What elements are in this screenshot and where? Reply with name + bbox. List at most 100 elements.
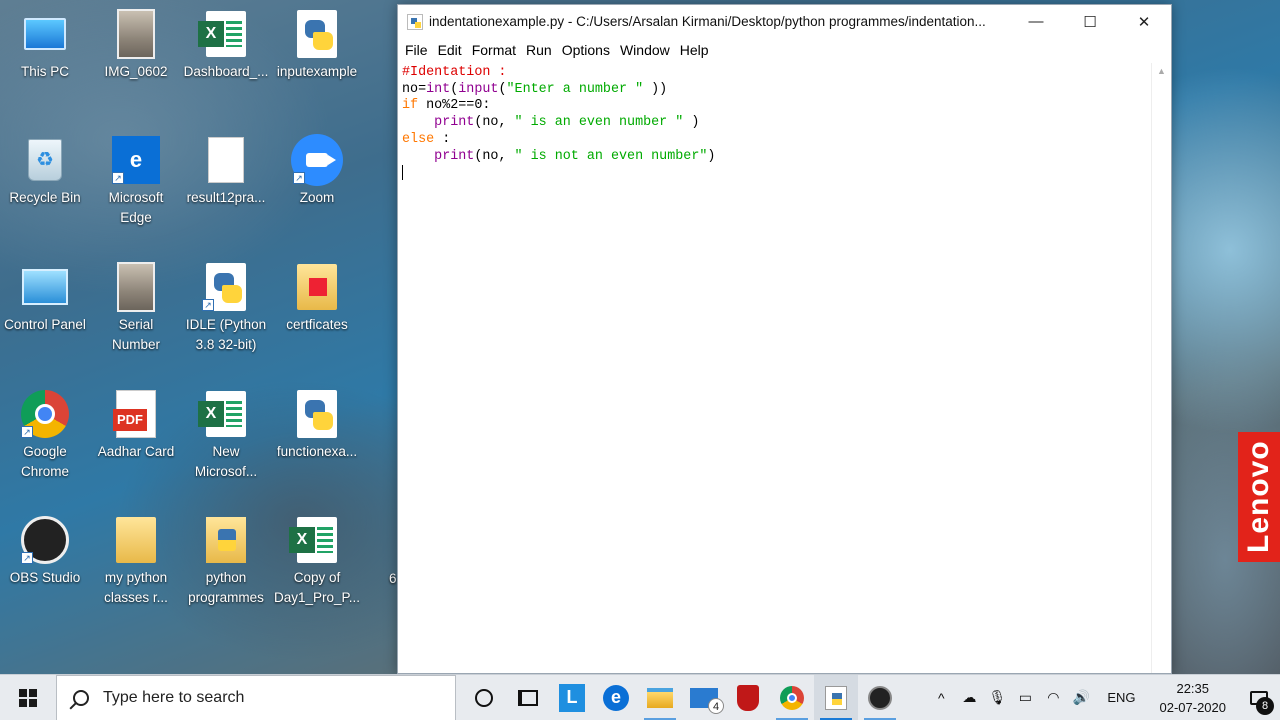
taskbar-app-chrome[interactable] [770,675,814,720]
menu-window[interactable]: Window [615,38,675,62]
edge-icon: e ↗ [110,134,162,186]
desktop-icon-edge[interactable]: e ↗ Microsoft Edge [91,134,181,228]
menu-format[interactable]: Format [467,38,521,62]
task-view-button[interactable] [506,675,550,720]
menu-run[interactable]: Run [521,38,557,62]
cortana-button[interactable] [462,675,506,720]
windows-logo-icon [19,688,37,707]
search-icon [73,689,89,706]
desktop-icon-zoom[interactable]: ↗ Zoom [272,134,362,208]
taskbar-app-mcafee[interactable] [726,675,770,720]
taskbar-app-idle[interactable] [814,674,858,720]
taskbar-app-mail[interactable]: 4 [682,675,726,720]
taskbar-app-l[interactable]: L [550,675,594,720]
menu-help[interactable]: Help [675,38,714,62]
code-line[interactable]: no=int(input("Enter a number " )) [402,82,1147,99]
mcafee-icon [737,684,759,711]
menu-file[interactable]: File [400,38,433,62]
excel-file-icon: X [289,514,343,566]
maximize-button[interactable]: ☐ [1063,5,1117,38]
code-line[interactable]: #Identation : [402,65,1147,82]
desktop-icon-functionexa[interactable]: functionexa... [272,388,362,462]
partial-desktop-icon-label: 6 [389,571,397,586]
chrome-icon: ↗ [19,388,71,440]
desktop-icon-idle[interactable]: ↗ IDLE (Python 3.8 32-bit) [181,261,271,355]
desktop-icon-chrome[interactable]: ↗ Google Chrome [0,388,90,482]
notification-center-button[interactable]: 8 [1238,675,1280,720]
desktop-icon-label: Control Panel [4,317,86,332]
desktop-icon-copy-of-day1[interactable]: X Copy of Day1_Pro_P... [272,514,362,608]
desktop-icon-label: Dashboard_... [183,64,269,79]
close-button[interactable]: ✕ [1117,5,1171,38]
chrome-icon [780,685,804,710]
language-indicator[interactable]: ENG [1095,690,1147,705]
desktop-icon-label: functionexa... [276,444,358,459]
code-line[interactable]: print(no, " is an even number " ) [402,115,1147,132]
desktop-icon-obs-studio[interactable]: ↗ OBS Studio [0,514,90,588]
desktop-icon-label: This PC [20,64,69,79]
start-button[interactable] [0,675,56,720]
taskbar-app-file-explorer[interactable] [638,675,682,720]
desktop-icon-aadhar-card[interactable]: PDF Aadhar Card [91,388,181,462]
python-app-icon [407,13,423,30]
desktop-icon-label: Recycle Bin [9,190,81,205]
image-file-icon [110,261,162,313]
desktop-icon-serial-number[interactable]: Serial Number [91,261,181,355]
code-line[interactable]: else : [402,132,1147,149]
vertical-scrollbar[interactable]: ▲ [1151,63,1171,673]
onedrive-icon[interactable]: ☁ [955,689,983,706]
shortcut-arrow-icon: ↗ [293,172,305,184]
desktop-icon-my-python-classes[interactable]: my python classes r... [91,514,181,608]
menu-options[interactable]: Options [557,38,615,62]
excel-file-icon: X [198,8,252,60]
taskbar-app-edge[interactable]: e [594,675,638,720]
python-file-icon [291,388,343,440]
code-editor[interactable]: #Identation : no=int(input("Enter a numbe… [398,63,1151,673]
computer-icon [19,8,71,60]
desktop-icon-label: IMG_0602 [104,64,168,79]
desktop-icon-label: python programmes [188,570,264,605]
desktop-icon-label: New Microsof... [194,444,258,479]
desktop-icon-label: Google Chrome [20,444,69,479]
desktop-icon-recycle-bin[interactable]: ♻ Recycle Bin [0,134,90,208]
scroll-up-icon[interactable]: ▲ [1152,63,1171,79]
chevron-up-icon[interactable]: ^ [927,690,955,706]
desktop-icon-control-panel[interactable]: Control Panel [0,261,90,335]
l-app-icon: L [559,683,585,712]
desktop-icon-new-microsoft[interactable]: X New Microsof... [181,388,271,482]
microphone-icon[interactable]: 🎙 [983,689,1011,706]
code-line[interactable]: if no%2==0: [402,98,1147,115]
taskbar-app-obs[interactable] [858,675,902,720]
python-file-icon [291,8,343,60]
wifi-icon[interactable]: ◠ [1039,689,1067,706]
desktop-icon-result12[interactable]: result12pra... [181,134,271,208]
desktop-icon-this-pc[interactable]: This PC [0,8,90,82]
menu-edit[interactable]: Edit [433,38,467,62]
code-line[interactable]: print(no, " is not an even number") [402,149,1147,166]
desktop-icon-dashboard[interactable]: X Dashboard_... [181,8,271,82]
shortcut-arrow-icon: ↗ [112,172,124,184]
document-icon [200,134,252,186]
python-idle-icon [825,685,847,710]
minimize-button[interactable]: — [1009,5,1063,38]
desktop-icon-label: Copy of Day1_Pro_P... [274,570,361,605]
python-folder-icon [200,514,252,566]
window-titlebar[interactable]: indentationexample.py - C:/Users/Arsalan… [398,5,1171,38]
desktop-icon-img-0602[interactable]: IMG_0602 [91,8,181,82]
battery-icon[interactable]: ▭ [1011,689,1039,706]
desktop-icon-label: OBS Studio [9,570,81,585]
desktop-icon-certficates[interactable]: certficates [272,261,362,335]
desktop-icon-label: Serial Number [111,317,160,352]
clock[interactable]: 22:35 02-07-2020 [1148,679,1239,717]
volume-icon[interactable]: 🔊 [1067,689,1095,706]
desktop-icon-label: Aadhar Card [97,444,175,459]
desktop-icon-python-programmes[interactable]: python programmes [181,514,271,608]
taskbar-search-box[interactable]: Type here to search [56,674,456,720]
notification-count-badge: 8 [1256,696,1274,715]
desktop-icon-inputexample[interactable]: inputexample [272,8,362,82]
mail-badge: 4 [708,697,724,714]
lenovo-logo: Lenovo [1238,432,1280,562]
shortcut-arrow-icon: ↗ [202,299,214,311]
file-explorer-icon [647,687,673,708]
window-title: indentationexample.py - C:/Users/Arsalan… [429,14,986,29]
